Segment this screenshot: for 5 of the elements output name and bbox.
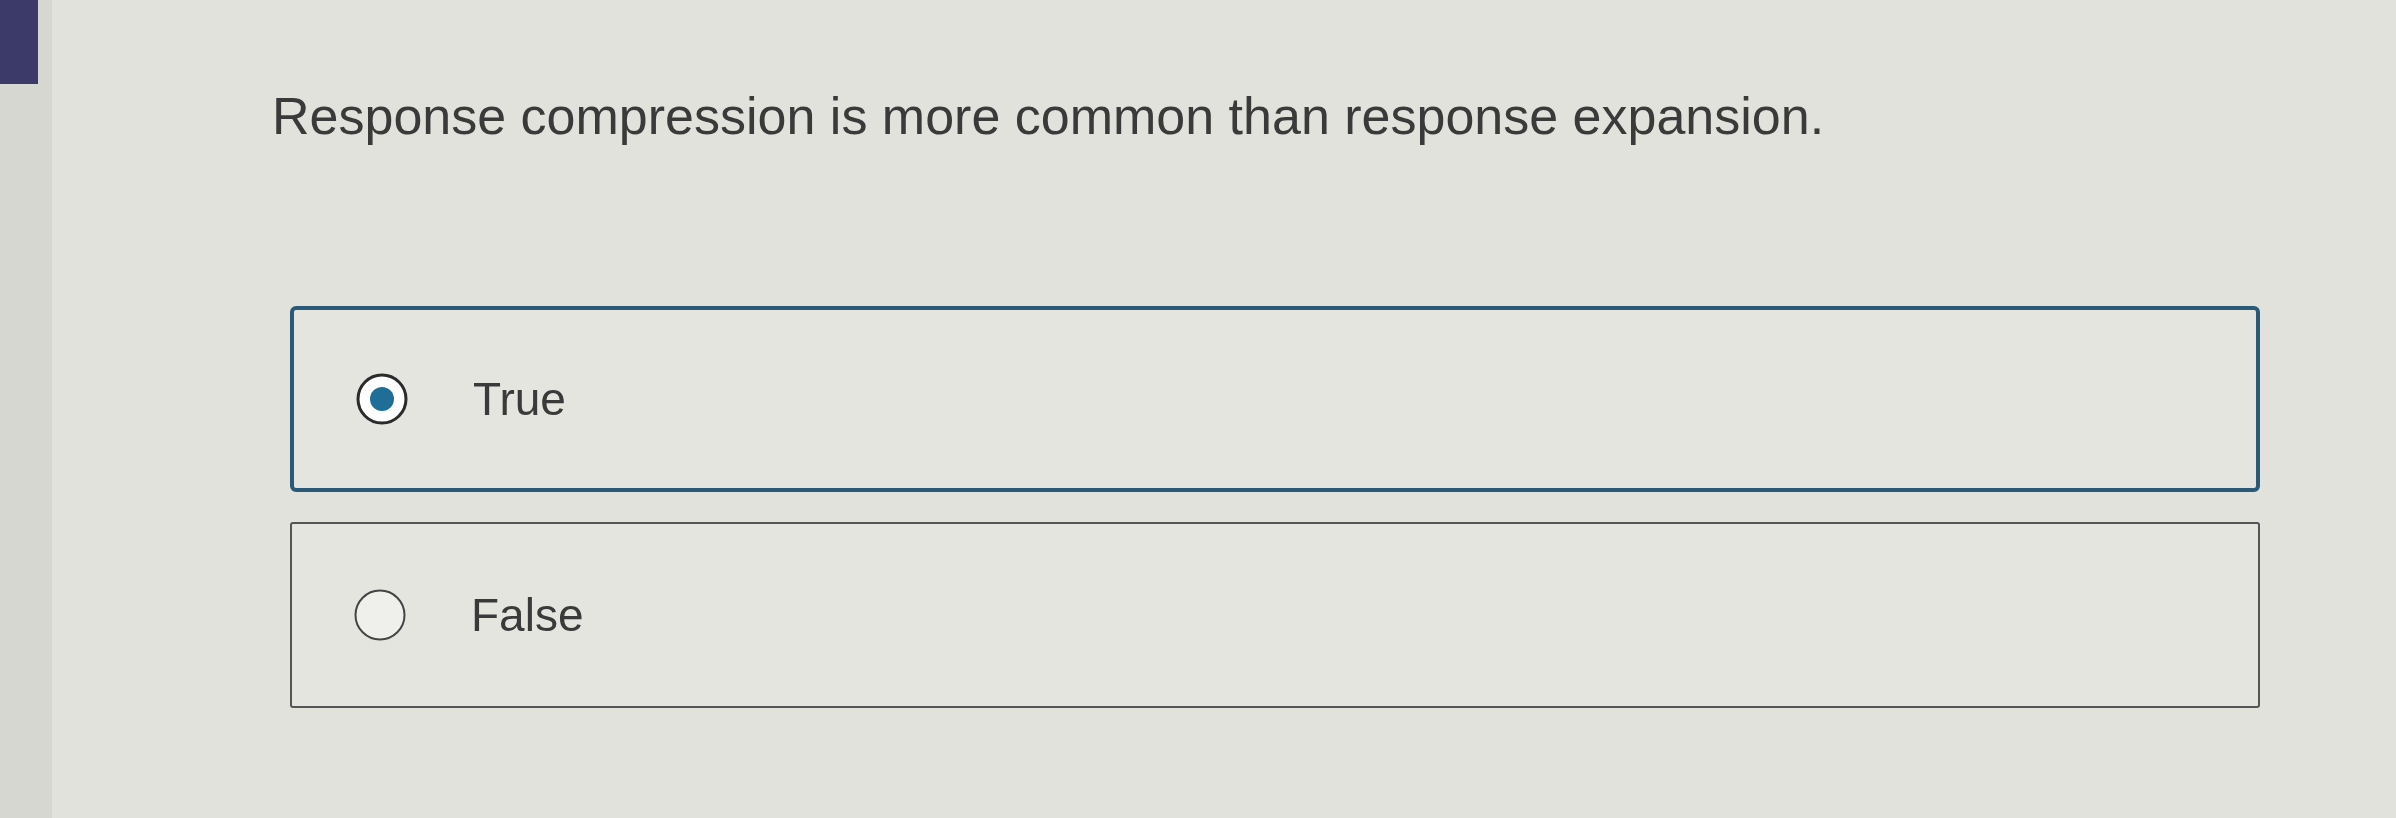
question-text: Response compression is more common than response expansion. (272, 86, 1826, 147)
radio-button[interactable] (356, 373, 408, 425)
answer-option[interactable]: False (290, 522, 2260, 708)
answer-option[interactable]: True (290, 306, 2260, 492)
radio-button[interactable] (354, 589, 406, 641)
